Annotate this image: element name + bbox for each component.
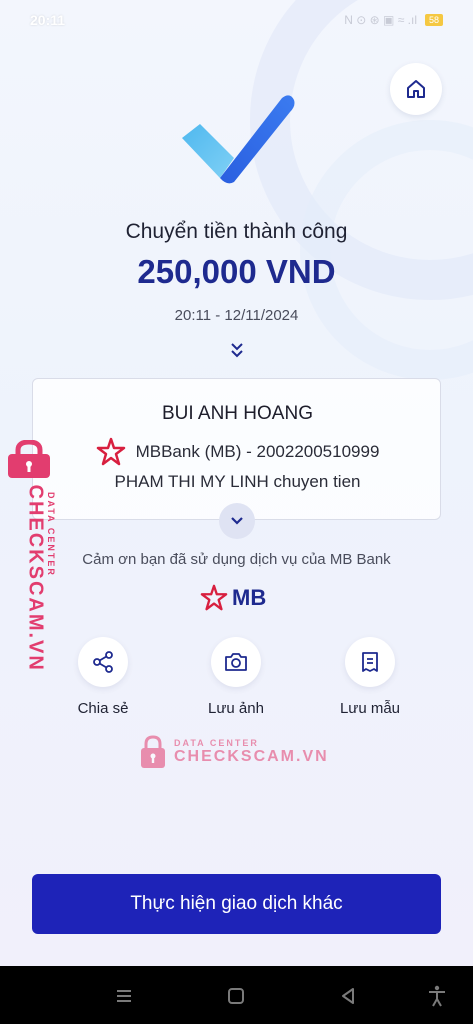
camera-icon: [225, 653, 247, 671]
success-title: Chuyển tiền thành công: [125, 220, 348, 243]
status-time: 20:11: [30, 12, 66, 28]
share-label: Chia sẻ: [77, 700, 129, 717]
chevron-down-icon: [231, 517, 243, 525]
mb-star-icon: [200, 584, 228, 611]
recipient-name: BUI ANH HOANG: [162, 403, 313, 424]
share-icon: [93, 651, 113, 673]
save-template-label: Lưu mẫu: [339, 700, 401, 717]
status-bar: 20:11 N ⊙ ⊛ ▣ ≈ .ıl 58: [0, 0, 473, 40]
bank-account-row: MBBank (MB) - 2002200510999: [33, 437, 442, 467]
watermark-center: DATA CENTER CHECKSCAM.VN: [140, 735, 329, 769]
watermark-big: CHECKSCAM.VN: [24, 484, 47, 672]
watermark-big: CHECKSCAM.VN: [174, 748, 329, 765]
system-nav-bar: [0, 966, 473, 1024]
new-transaction-button[interactable]: Thực hiện giao dịch khác: [32, 874, 441, 934]
save-image-label: Lưu ảnh: [208, 700, 264, 717]
home-button[interactable]: [390, 63, 442, 115]
transfer-message: PHAM THI MY LINH chuyen tien: [114, 472, 361, 491]
transfer-amount: 250,000 VND: [137, 253, 336, 290]
watermark-side: DATA CENTER CHECKSCAM.VN: [6, 440, 56, 672]
home-icon: [407, 80, 425, 98]
lock-icon: [141, 735, 165, 768]
share-button[interactable]: [78, 637, 128, 687]
transfer-datetime: 20:11 - 12/11/2024: [174, 307, 299, 324]
lock-icon: [8, 440, 50, 478]
receipt-icon: [362, 652, 378, 672]
menu-icon[interactable]: [112, 984, 136, 1008]
mb-logo: MB: [200, 584, 266, 612]
success-screen: 20:11 N ⊙ ⊛ ▣ ≈ .ıl 58 Chuyển tiền thành…: [0, 0, 473, 966]
chevron-double-down-icon: [231, 343, 243, 358]
status-indicators: N ⊙ ⊛ ▣ ≈ .ıl: [344, 13, 417, 27]
save-template-action[interactable]: Lưu mẫu: [315, 637, 425, 717]
watermark-small: DATA CENTER: [174, 738, 259, 748]
status-icons: N ⊙ ⊛ ▣ ≈ .ıl 58: [344, 13, 443, 27]
thanks-note: Cảm ơn bạn đã sử dụng dịch vụ của MB Ban…: [82, 551, 391, 568]
bank-account: MBBank (MB) - 2002200510999: [135, 442, 380, 461]
mb-logo-text: MB: [232, 585, 267, 610]
mb-star-icon: [96, 437, 125, 466]
save-image-action[interactable]: Lưu ảnh: [181, 637, 291, 717]
expand-details-button[interactable]: [219, 503, 255, 539]
share-action[interactable]: Chia sẻ: [48, 637, 158, 717]
home-nav-icon[interactable]: [224, 984, 248, 1008]
back-icon[interactable]: [336, 984, 360, 1008]
battery-icon: 58: [424, 14, 443, 26]
save-image-button[interactable]: [211, 637, 261, 687]
watermark-small: DATA CENTER: [46, 492, 56, 577]
success-check-icon: [182, 95, 295, 184]
save-template-button[interactable]: [345, 637, 395, 687]
transfer-detail-card: BUI ANH HOANG MBBank (MB) - 200220051099…: [32, 378, 441, 520]
accessibility-icon[interactable]: [425, 984, 449, 1008]
